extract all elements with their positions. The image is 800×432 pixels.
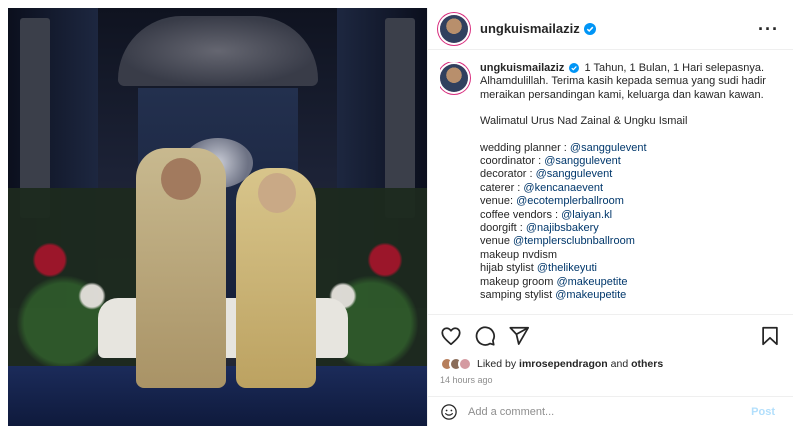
credit-line: wedding planner : @sanggulevent bbox=[480, 142, 766, 155]
caption-line-0: 1 Tahun, 1 Bulan, 1 Hari selepasnya. bbox=[584, 62, 765, 74]
post-comment-button[interactable]: Post bbox=[751, 406, 775, 418]
verified-badge-icon bbox=[583, 22, 596, 35]
credit-mention-link[interactable]: @sanggulevent bbox=[544, 155, 621, 167]
likes-others-link[interactable]: others bbox=[631, 358, 663, 370]
credit-mention-link[interactable]: @makeupetite bbox=[556, 276, 627, 288]
action-icons bbox=[440, 325, 530, 347]
comment-icon[interactable] bbox=[474, 325, 496, 347]
caption-line-2: meraikan persandingan kami, keluarga dan… bbox=[480, 88, 764, 101]
caption-line-5 bbox=[480, 129, 766, 142]
credit-line: coordinator : @sanggulevent bbox=[480, 155, 766, 168]
post-photo[interactable] bbox=[8, 8, 427, 426]
heart-icon[interactable] bbox=[440, 325, 462, 347]
likes-middle: and bbox=[607, 358, 632, 370]
credit-label: makeup nvdism bbox=[480, 248, 558, 261]
credit-label: coffee vendors : bbox=[480, 208, 562, 221]
avatar[interactable] bbox=[440, 14, 468, 43]
likes-summary: Liked by imrosependragon and others bbox=[440, 357, 663, 371]
caption-line-3 bbox=[480, 102, 766, 115]
comment-input[interactable] bbox=[468, 405, 752, 418]
emoji-icon[interactable] bbox=[440, 403, 458, 421]
caption-line-4: Walimatul Urus Nad Zainal & Ungku Ismail bbox=[480, 115, 688, 128]
likes-prefix: Liked by bbox=[477, 358, 520, 370]
header-username[interactable]: ungkuismailaziz bbox=[480, 21, 580, 36]
credit-label: makeup groom bbox=[480, 275, 557, 288]
post-caption: ungkuismailaziz 1 Tahun, 1 Bulan, 1 Hari… bbox=[440, 62, 781, 312]
share-icon[interactable] bbox=[508, 325, 530, 347]
credit-label: samping stylist bbox=[480, 289, 556, 302]
credit-line: hijab stylist @thelikeyuti bbox=[480, 262, 766, 275]
credit-label: coordinator : bbox=[480, 155, 545, 168]
credit-line: samping stylist @makeupetite bbox=[480, 289, 766, 302]
credit-line: doorgift : @najibsbakery bbox=[480, 222, 766, 235]
credit-mention-link[interactable]: @najibsbakery bbox=[526, 222, 599, 234]
post-timestamp[interactable]: 14 hours ago bbox=[440, 375, 493, 385]
credit-mention-link[interactable]: @kencanaevent bbox=[523, 182, 603, 194]
credit-line: decorator : @sanggulevent bbox=[480, 168, 766, 181]
caption-avatar[interactable] bbox=[440, 64, 468, 92]
credit-label: caterer : bbox=[480, 181, 524, 194]
credit-label: doorgift : bbox=[480, 222, 526, 235]
credit-label: hijab stylist bbox=[480, 262, 537, 275]
bookmark-icon[interactable] bbox=[759, 325, 781, 347]
comment-bar: Post bbox=[428, 396, 793, 426]
photo-groom-head bbox=[161, 158, 201, 200]
credit-line: coffee vendors : @laiyan.kl bbox=[480, 209, 766, 222]
credit-line: venue @templersclubnballroom bbox=[480, 235, 766, 248]
credit-label: decorator : bbox=[480, 168, 536, 181]
credit-line: venue: @ecotemplerballroom bbox=[480, 195, 766, 208]
credit-mention-link[interactable]: @sanggulevent bbox=[570, 142, 647, 154]
credit-line: makeup nvdism bbox=[480, 249, 766, 262]
credit-mention-link[interactable]: @templersclubnballroom bbox=[513, 235, 635, 247]
post-details-panel: ungkuismailaziz ··· ungkuismailaziz 1 Ta… bbox=[427, 8, 793, 426]
post-actions: Liked by imrosependragon and others 14 h… bbox=[428, 314, 793, 396]
credit-label: wedding planner : bbox=[480, 141, 570, 154]
more-options-icon[interactable]: ··· bbox=[758, 19, 779, 40]
caption-username[interactable]: ungkuismailaziz bbox=[480, 62, 564, 74]
credit-line: makeup groom @makeupetite bbox=[480, 276, 766, 289]
credit-mention-link[interactable]: @makeupetite bbox=[555, 289, 626, 301]
photo-bride-head bbox=[258, 173, 296, 213]
credit-label: venue bbox=[480, 235, 514, 248]
caption-text: ungkuismailaziz 1 Tahun, 1 Bulan, 1 Hari… bbox=[480, 62, 766, 312]
caption-line-1: Alhamdulillah. Terima kasih kepada semua… bbox=[480, 75, 766, 88]
credit-mention-link[interactable]: @laiyan.kl bbox=[561, 209, 612, 221]
credit-mention-link[interactable]: @ecotemplerballroom bbox=[516, 195, 624, 207]
liker-avatar bbox=[458, 357, 472, 371]
liked-by-user[interactable]: imrosependragon bbox=[519, 358, 608, 370]
credit-mention-link[interactable]: @sanggulevent bbox=[536, 168, 613, 180]
instagram-post: ungkuismailaziz ··· ungkuismailaziz 1 Ta… bbox=[8, 8, 793, 426]
verified-badge-icon bbox=[569, 63, 580, 74]
credit-label: venue: bbox=[480, 195, 517, 208]
credits-list: wedding planner : @sanggulevent coordinat… bbox=[480, 142, 766, 303]
post-header: ungkuismailaziz ··· bbox=[428, 8, 793, 50]
likes-text: Liked by imrosependragon and others bbox=[477, 358, 663, 370]
credit-mention-link[interactable]: @thelikeyuti bbox=[537, 262, 597, 274]
photo-arch bbox=[118, 16, 318, 86]
credit-line: caterer : @kencanaevent bbox=[480, 182, 766, 195]
